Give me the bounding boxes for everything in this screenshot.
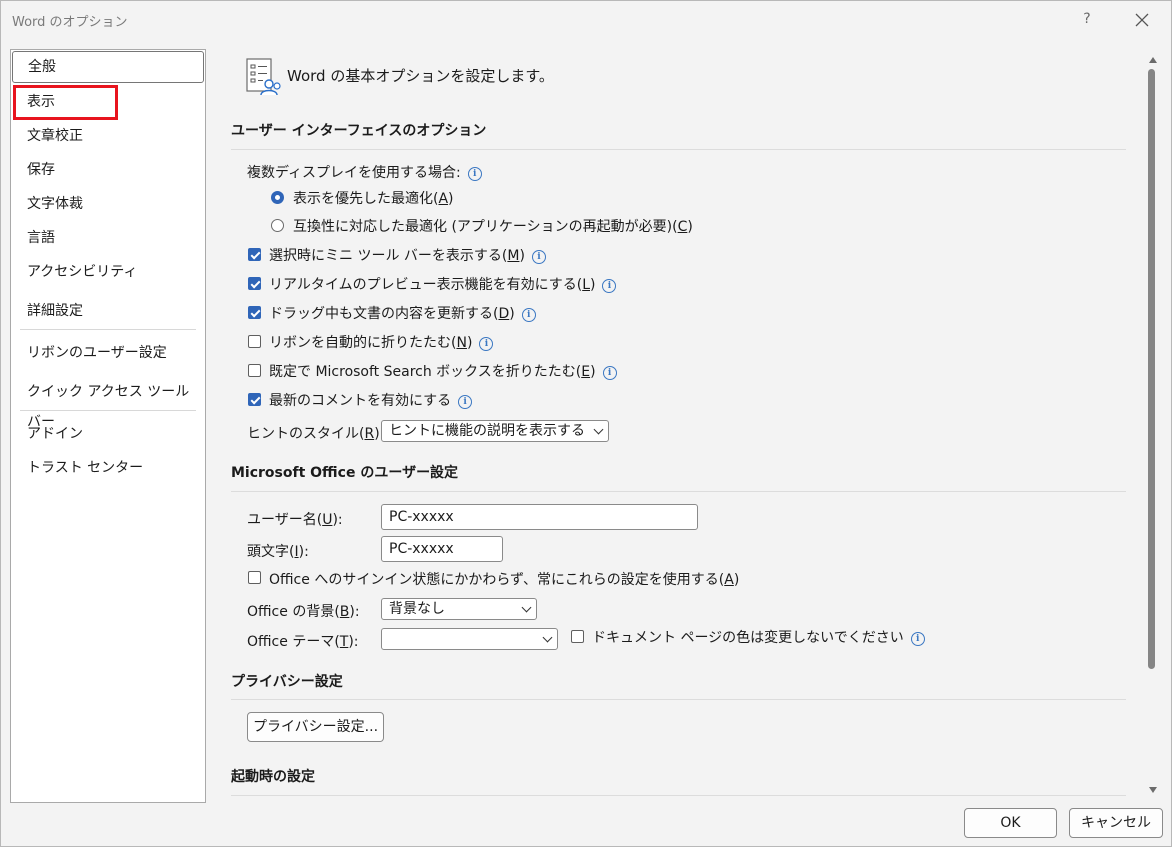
- checkbox-live-preview-label: リアルタイムのプレビュー表示機能を有効にする(L) i: [269, 274, 617, 294]
- info-icon: i: [479, 337, 494, 351]
- close-icon: [1135, 13, 1149, 27]
- office-background-label: Office の背景(B):: [247, 604, 360, 620]
- options-person-icon: [246, 58, 281, 96]
- radio-optimize-display[interactable]: [271, 191, 284, 204]
- office-theme-select[interactable]: [381, 628, 558, 650]
- chevron-down-icon: [593, 424, 604, 435]
- checkbox-no-change-page-color[interactable]: [571, 630, 584, 643]
- nav-item-save[interactable]: 保存: [11, 155, 205, 185]
- checkbox-no-change-page-color-label: ドキュメント ページの色は変更しないでください i: [592, 627, 925, 647]
- nav-item-general[interactable]: 全般: [12, 51, 204, 83]
- tooltip-style-label: ヒントのスタイル(R):: [247, 426, 385, 442]
- general-options-panel: Word の基本オプションを設定します。 ユーザー インターフェイスのオプション…: [217, 49, 1143, 801]
- section-ui-options: ユーザー インターフェイスのオプション: [231, 123, 487, 139]
- checkbox-modern-comments[interactable]: [248, 393, 261, 406]
- section-divider: [231, 699, 1126, 700]
- section-startup: 起動時の設定: [231, 769, 315, 785]
- tooltip-style-select[interactable]: ヒントに機能の説明を表示する: [381, 420, 609, 442]
- section-divider: [231, 491, 1126, 492]
- checkbox-drag-update-label: ドラッグ中も文書の内容を更新する(D) i: [269, 303, 536, 323]
- checkbox-collapse-ribbon[interactable]: [248, 335, 261, 348]
- checkbox-modern-comments-label: 最新のコメントを有効にする i: [269, 390, 473, 410]
- info-icon: i: [521, 308, 536, 322]
- office-theme-label: Office テーマ(T):: [247, 634, 359, 650]
- nav-divider: [20, 329, 196, 330]
- scroll-down-icon[interactable]: [1149, 787, 1157, 793]
- nav-item-customize-ribbon[interactable]: リボンのユーザー設定: [11, 338, 205, 368]
- word-options-dialog: Word のオプション ? 全般 表示 文章校正 保存 文字体裁 言語 アクセシ…: [0, 0, 1172, 847]
- page-heading: Word の基本オプションを設定します。: [287, 67, 554, 85]
- checkbox-mini-toolbar-label: 選択時にミニ ツール バーを表示する(M) i: [269, 245, 546, 265]
- vertical-scrollbar[interactable]: [1145, 51, 1161, 799]
- chevron-down-icon: [521, 602, 532, 613]
- section-user-settings: Microsoft Office のユーザー設定: [231, 465, 459, 481]
- checkbox-collapse-ribbon-label: リボンを自動的に折りたたむ(N) i: [269, 332, 494, 352]
- office-background-select[interactable]: 背景なし: [381, 598, 537, 620]
- username-label: ユーザー名(U):: [247, 512, 343, 528]
- nav-item-advanced[interactable]: 詳細設定: [11, 296, 205, 326]
- nav-item-typography[interactable]: 文字体裁: [11, 189, 205, 219]
- privacy-settings-button[interactable]: プライバシー設定...: [247, 712, 384, 742]
- info-icon: i: [467, 167, 482, 181]
- info-icon: i: [458, 395, 473, 409]
- info-icon: i: [602, 279, 617, 293]
- radio-optimize-compat[interactable]: [271, 219, 284, 232]
- nav-item-quick-access-toolbar[interactable]: クイック アクセス ツール バー: [11, 377, 205, 430]
- cancel-button[interactable]: キャンセル: [1069, 808, 1163, 838]
- nav-item-trust-center[interactable]: トラスト センター: [11, 453, 205, 483]
- checkbox-collapse-search-label: 既定で Microsoft Search ボックスを折りたたむ(E) i: [269, 361, 617, 381]
- chevron-down-icon: [542, 632, 553, 643]
- username-input[interactable]: PC-xxxxx: [381, 504, 698, 530]
- help-button[interactable]: ?: [1075, 7, 1099, 31]
- category-nav: 全般 表示 文章校正 保存 文字体裁 言語 アクセシビリティ 詳細設定 リボンの…: [10, 49, 206, 803]
- scroll-thumb[interactable]: [1148, 69, 1155, 669]
- initials-input[interactable]: PC-xxxxx: [381, 536, 503, 562]
- nav-item-accessibility[interactable]: アクセシビリティ: [11, 257, 205, 287]
- nav-item-addins[interactable]: アドイン: [11, 419, 205, 449]
- radio-optimize-display-label: 表示を優先した最適化(A): [293, 191, 454, 207]
- title-bar: Word のオプション ?: [1, 1, 1171, 39]
- close-button[interactable]: [1129, 7, 1155, 33]
- window-title: Word のオプション: [12, 15, 128, 30]
- checkbox-drag-update[interactable]: [248, 306, 261, 319]
- checkbox-always-use-settings-label: Office へのサインイン状態にかかわらず、常にこれらの設定を使用する(A): [269, 572, 740, 588]
- scroll-up-icon[interactable]: [1149, 57, 1157, 63]
- info-icon: i: [910, 632, 925, 646]
- multi-display-label: 複数ディスプレイを使用する場合: i: [247, 162, 482, 182]
- nav-item-language[interactable]: 言語: [11, 223, 205, 253]
- nav-item-proofing[interactable]: 文章校正: [11, 121, 205, 151]
- section-privacy: プライバシー設定: [231, 674, 343, 690]
- ok-button[interactable]: OK: [964, 808, 1057, 838]
- section-divider: [231, 149, 1126, 150]
- section-divider: [231, 795, 1126, 796]
- checkbox-live-preview[interactable]: [248, 277, 261, 290]
- checkbox-always-use-settings[interactable]: [248, 571, 261, 584]
- info-icon: i: [602, 366, 617, 380]
- nav-divider: [20, 410, 196, 411]
- radio-optimize-compat-label: 互換性に対応した最適化 (アプリケーションの再起動が必要)(C): [293, 219, 693, 235]
- highlight-annotation: [13, 85, 118, 120]
- checkbox-mini-toolbar[interactable]: [248, 248, 261, 261]
- initials-label: 頭文字(I):: [247, 544, 309, 560]
- checkbox-collapse-search[interactable]: [248, 364, 261, 377]
- info-icon: i: [531, 250, 546, 264]
